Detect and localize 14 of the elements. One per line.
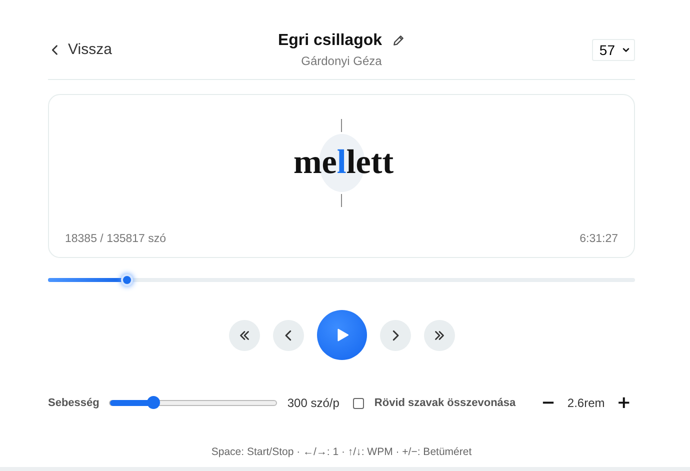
- book-title: Egri csillagok: [278, 32, 382, 50]
- checkbox-label: Rövid szavak összevonása: [374, 397, 516, 409]
- increase-font-button[interactable]: +: [612, 393, 635, 413]
- font-size-value: 2.6rem: [567, 396, 605, 410]
- time-remaining: 6:31:27: [580, 233, 618, 245]
- speed-reading: 300 szó/p: [287, 396, 340, 410]
- chapter-select[interactable]: 57: [592, 38, 635, 60]
- current-word: mellett: [293, 144, 394, 182]
- keyboard-shortcuts-hint: Space: Start/Stop · ←/→: 1 · ↑/↓: WPM · +/−: Betüméret: [211, 446, 472, 458]
- decrease-font-button[interactable]: −: [537, 393, 560, 413]
- author-name: Gárdonyi Géza: [301, 54, 382, 68]
- speed-label: Sebesség: [48, 397, 100, 409]
- back-button[interactable]: Vissza: [48, 41, 112, 58]
- word-count: 18385 / 135817 szó: [65, 233, 166, 245]
